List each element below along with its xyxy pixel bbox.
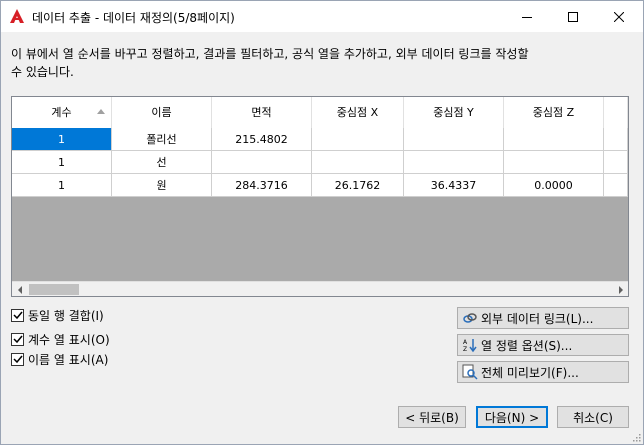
table-row[interactable]: 1 선 [12, 151, 628, 174]
table-cell[interactable]: 26.1762 [312, 174, 404, 197]
close-icon [614, 11, 624, 22]
sort-az-icon: AZ [462, 337, 478, 353]
svg-text:A: A [463, 339, 468, 346]
show-name-checkbox[interactable]: 이름 열 표시(A) [11, 351, 108, 367]
table-cell[interactable]: 0.0000 [504, 174, 604, 197]
checkmark-icon [12, 311, 23, 320]
preview-icon [462, 364, 478, 380]
full-preview-button[interactable]: 전체 미리보기(F)... [457, 361, 629, 383]
sort-ascending-icon [97, 109, 105, 114]
scroll-left-button[interactable] [12, 282, 27, 296]
minimize-button[interactable] [504, 1, 550, 32]
column-header-center-y[interactable]: 중심점 Y [404, 97, 504, 128]
table-cell[interactable]: 폴리선 [112, 128, 212, 151]
table-cell[interactable]: 1 [12, 174, 112, 197]
show-name-label: 이름 열 표시(A) [28, 352, 109, 367]
column-header-count[interactable]: 계수 [12, 97, 112, 128]
combine-rows-checkbox[interactable]: 동일 행 결합(I) [11, 307, 104, 323]
maximize-button[interactable] [550, 1, 596, 32]
horizontal-scrollbar[interactable] [12, 281, 628, 296]
autocad-app-icon [10, 9, 24, 23]
table-cell[interactable] [604, 174, 628, 197]
column-header-extra[interactable] [604, 97, 628, 128]
header-row: 계수 이름 면적 중심점 X 중심점 Y 중심점 Z [12, 97, 628, 128]
checkbox-checked[interactable] [11, 352, 24, 366]
close-button[interactable] [596, 1, 642, 32]
column-header-name[interactable]: 이름 [112, 97, 212, 128]
table-cell[interactable]: 284.3716 [212, 174, 312, 197]
sort-options-button[interactable]: AZ 열 정렬 옵션(S)... [457, 334, 629, 356]
table-cell[interactable]: 선 [112, 151, 212, 174]
resize-grip-icon[interactable] [631, 432, 641, 442]
back-button[interactable]: < 뒤로(B) [398, 406, 466, 428]
column-header-center-x[interactable]: 중심점 X [312, 97, 404, 128]
dialog-window: 데이터 추출 - 데이터 재정의(5/8페이지) 이 뷰에서 열 순서를 바꾸고… [0, 0, 644, 445]
data-grid[interactable]: 계수 이름 면적 중심점 X 중심점 Y 중심점 Z 1 폴리선 215.480… [11, 96, 629, 297]
table-cell[interactable] [604, 128, 628, 151]
table-cell[interactable]: 1 [12, 128, 112, 151]
table-cell[interactable] [212, 151, 312, 174]
table-cell[interactable]: 215.4802 [212, 128, 312, 151]
table-cell[interactable] [312, 151, 404, 174]
table-cell[interactable]: 원 [112, 174, 212, 197]
table-cell[interactable] [504, 151, 604, 174]
column-header-center-z[interactable]: 중심점 Z [504, 97, 604, 128]
link-external-data-button[interactable]: 외부 데이터 링크(L)... [457, 307, 629, 329]
title-bar: 데이터 추출 - 데이터 재정의(5/8페이지) [1, 1, 643, 32]
table-cell[interactable] [504, 128, 604, 151]
table-cell[interactable] [404, 128, 504, 151]
table-cell[interactable]: 36.4337 [404, 174, 504, 197]
svg-text:Z: Z [463, 346, 467, 353]
table-cell[interactable] [312, 128, 404, 151]
table-cell[interactable] [604, 151, 628, 174]
table-cell[interactable]: 1 [12, 151, 112, 174]
scroll-right-button[interactable] [613, 282, 628, 296]
scrollbar-thumb[interactable] [29, 284, 79, 295]
description-text: 이 뷰에서 열 순서를 바꾸고 정렬하고, 결과를 필터하고, 공식 열을 추가… [11, 47, 529, 79]
column-header-area[interactable]: 면적 [212, 97, 312, 128]
cancel-button[interactable]: 취소(C) [557, 406, 629, 428]
table-row[interactable]: 1 원 284.3716 26.1762 36.4337 0.0000 [12, 174, 628, 197]
maximize-icon [568, 11, 578, 22]
show-count-checkbox[interactable]: 계수 열 표시(O) [11, 331, 110, 347]
arrow-left-icon [17, 285, 22, 294]
checkbox-checked[interactable] [11, 332, 24, 346]
table-cell[interactable] [404, 151, 504, 174]
window-title: 데이터 추출 - 데이터 재정의(5/8페이지) [32, 11, 235, 25]
arrow-right-icon [618, 285, 623, 294]
show-count-label: 계수 열 표시(O) [28, 332, 110, 347]
checkmark-icon [12, 335, 23, 344]
table-row[interactable]: 1 폴리선 215.4802 [12, 128, 628, 151]
combine-rows-label: 동일 행 결합(I) [28, 308, 104, 323]
link-icon [462, 310, 478, 326]
checkbox-checked[interactable] [11, 308, 24, 322]
checkmark-icon [12, 355, 23, 364]
next-button[interactable]: 다음(N) > [476, 406, 548, 428]
minimize-icon [522, 16, 532, 18]
